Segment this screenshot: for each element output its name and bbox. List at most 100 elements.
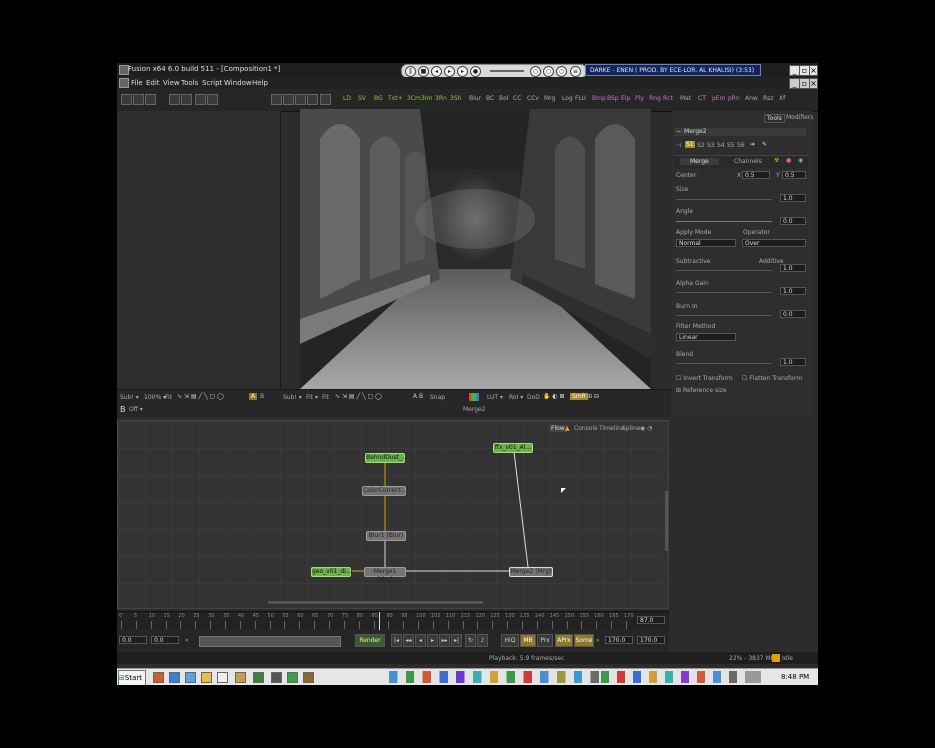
tool-3cm[interactable]: 3Cm — [407, 95, 421, 102]
global-start-field[interactable]: 0.0 — [119, 636, 147, 644]
alpha-gain-field[interactable]: 1.0 — [780, 287, 806, 295]
tool-3rn[interactable]: 3Rn — [435, 95, 447, 102]
render-button[interactable]: Render — [355, 634, 385, 647]
info-icon[interactable]: ◉ — [798, 157, 803, 164]
left-fit-button[interactable]: Fit — [165, 394, 172, 401]
system-tray-icons[interactable] — [601, 671, 761, 683]
right-sub-dropdown[interactable]: Sub! ▾ — [283, 394, 302, 401]
tool-blur[interactable]: Blur — [469, 95, 481, 102]
collapse-icon[interactable]: − — [676, 128, 681, 135]
right-fit-dropdown[interactable]: Fit ▾ — [306, 394, 318, 401]
color-channels-icon[interactable] — [469, 393, 479, 401]
right-fit-button[interactable]: Fit — [322, 394, 329, 401]
layout-split-icon[interactable] — [295, 94, 306, 105]
tool-3im[interactable]: 3Im — [421, 95, 432, 102]
apply-mode-dropdown[interactable]: Normal — [676, 239, 736, 247]
taskbar-app-icon-4[interactable] — [201, 672, 212, 683]
alpha-gain-slider[interactable] — [676, 292, 772, 293]
left-ab-button[interactable]: ꓐ — [260, 393, 264, 400]
loop-icon[interactable]: ↻ — [465, 634, 476, 647]
render-end-field[interactable]: 170.0 — [605, 636, 633, 644]
layout-quad-icon[interactable] — [307, 94, 318, 105]
smr-button[interactable]: SmR — [570, 393, 588, 400]
previous-icon[interactable]: ◂ — [431, 66, 442, 77]
left-off-dropdown[interactable]: Off ▾ — [129, 406, 143, 413]
channel-s4[interactable]: S4 — [717, 142, 725, 149]
arrow-icon[interactable]: ➜ — [750, 141, 755, 148]
left-viewer[interactable] — [117, 111, 281, 389]
invert-transform-checkbox-label[interactable]: ☐ Invert Transform — [676, 375, 733, 382]
record-icon[interactable]: ● — [786, 157, 791, 164]
brush-icon[interactable]: ✎ — [762, 141, 767, 148]
paste-icon[interactable] — [181, 94, 192, 105]
operator-dropdown[interactable]: Over — [742, 239, 806, 247]
flow-view[interactable]: Flow ▲ Console Timeline Spline ◉ ◔ Behnd… — [117, 420, 669, 609]
left-sub-dropdown[interactable]: Sub! ▾ — [120, 394, 139, 401]
filter-method-dropdown[interactable]: Linear — [676, 333, 736, 341]
channel-s5[interactable]: S5 — [727, 142, 735, 149]
tool-rct[interactable]: Rct — [663, 95, 673, 102]
tool-elp[interactable]: Elp — [621, 95, 630, 102]
channel-s3[interactable]: S3 — [707, 142, 715, 149]
taskbar-running-apps[interactable] — [389, 671, 599, 683]
playhead[interactable] — [379, 612, 380, 630]
left-b-button[interactable]: B — [120, 405, 126, 414]
right-ab-icons[interactable]: A ꓐ — [413, 393, 423, 400]
to-end-icon[interactable]: ▸| — [451, 634, 462, 647]
tool-mrg[interactable]: Mrg — [544, 95, 555, 102]
left-zoom-dropdown[interactable]: 100% ▾ — [144, 394, 166, 401]
taskbar-app-icon-9[interactable] — [287, 672, 298, 683]
node-geo[interactable]: geo_v01_di... — [311, 567, 352, 577]
menu-tools[interactable]: Tools — [181, 79, 198, 87]
center-x-field[interactable]: 0.5 — [742, 171, 770, 179]
menu-help[interactable]: Help — [252, 79, 268, 87]
node-merge1[interactable]: Merge1 (Mrg) — [364, 567, 406, 583]
open-icon[interactable] — [133, 94, 144, 105]
taskbar-app-icon-6[interactable] — [235, 672, 246, 683]
to-start-icon[interactable]: |◂ — [391, 634, 402, 647]
time-ruler[interactable]: 0 5 10 15 20 25 30 35 40 45 50 55 60 65 70 75 80 85 90 95 10… — [117, 611, 669, 630]
angle-field[interactable]: 0.0 — [780, 217, 806, 225]
taskbar-app-icon-2[interactable] — [169, 672, 180, 683]
right-tool-icons[interactable]: ∿ ⇲ ▤ ╱ ╲ ▢ ◯ — [335, 393, 382, 400]
new-icon[interactable] — [121, 94, 132, 105]
angle-slider[interactable] — [676, 221, 772, 222]
tool-bol[interactable]: Bol — [499, 95, 508, 102]
doc-close-button[interactable]: × — [809, 78, 818, 89]
undo-icon[interactable] — [195, 94, 206, 105]
tool-3sh[interactable]: 3Sh — [450, 95, 461, 102]
additive-field[interactable]: 1.0 — [780, 264, 806, 272]
next-icon[interactable]: ▸ — [457, 66, 468, 77]
dod-button[interactable]: DoD — [527, 394, 540, 401]
tool-prn[interactable]: pRn — [728, 95, 740, 102]
right-viewer[interactable] — [300, 109, 651, 389]
global-end-field[interactable]: 170.0 — [637, 636, 665, 644]
lut-dropdown[interactable]: LUT ▾ — [487, 394, 503, 401]
mute-icon[interactable]: ● — [470, 66, 481, 77]
tool-xf[interactable]: Xf — [779, 95, 785, 102]
viewer-icons[interactable]: ✋ ◐ ⊠ — [543, 393, 565, 400]
roi-dropdown[interactable]: RoI ▾ — [509, 394, 523, 401]
some-button[interactable]: Some — [574, 634, 594, 647]
save-icon[interactable] — [145, 94, 156, 105]
mb-button[interactable]: MB — [520, 634, 536, 647]
node-color-correct[interactable]: ColorCorrect... — [362, 486, 406, 496]
menu-edit[interactable]: Edit — [146, 79, 160, 87]
step-forward-icon[interactable]: ▸▸ — [439, 634, 450, 647]
node-behind-dust[interactable]: BehndDust_... — [365, 453, 408, 463]
node-merge2[interactable]: Merge2 (Mrg) — [509, 567, 553, 577]
size-slider[interactable] — [676, 199, 772, 200]
taskbar-app-icon-3[interactable] — [185, 672, 196, 683]
blend-slider[interactable] — [676, 363, 772, 364]
play-icon[interactable]: ▸ — [444, 66, 455, 77]
stop-icon[interactable]: ■ — [418, 66, 429, 77]
taskbar-app-icon-10[interactable] — [303, 672, 314, 683]
step-back-icon[interactable]: ◂◂ — [403, 634, 414, 647]
layout-single-icon[interactable] — [271, 94, 282, 105]
tool-bg[interactable]: BG — [374, 95, 383, 102]
left-tool-icons[interactable]: ∿ ⇲ ▤ ╱ ╲ ▢ ◯ — [177, 393, 224, 400]
viewer-extra-icons[interactable]: ⊞ ⊟ — [587, 393, 599, 400]
size-field[interactable]: 1.0 — [780, 194, 806, 202]
cut-icon[interactable] — [169, 94, 180, 105]
tool-ply[interactable]: Ply — [635, 95, 644, 102]
